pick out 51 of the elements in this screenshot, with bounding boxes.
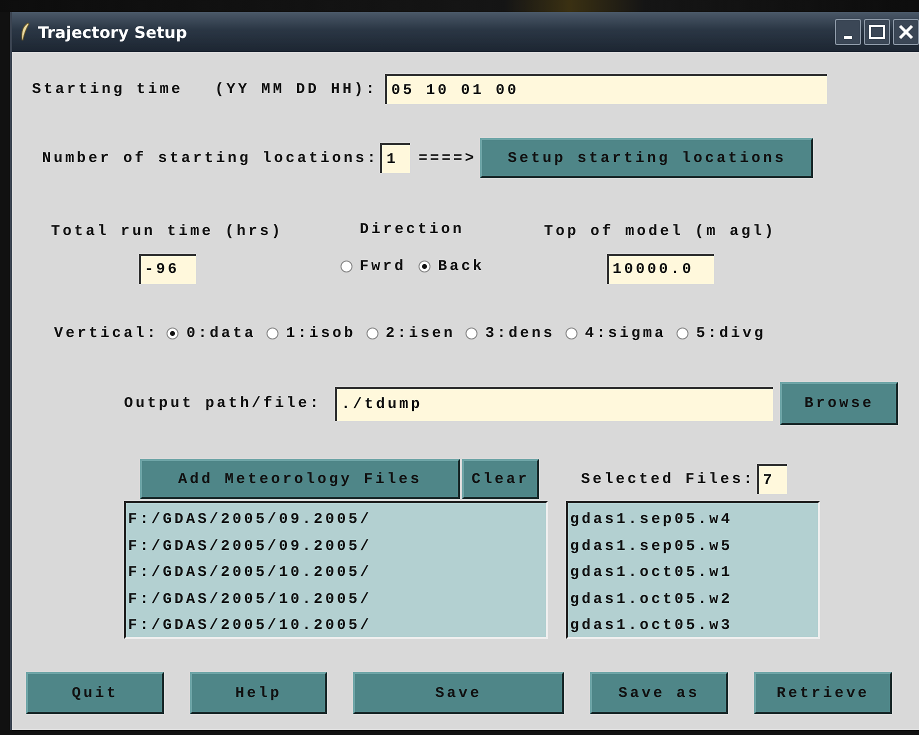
list-item[interactable]: gdas1.oct05.w3: [570, 613, 816, 640]
run-time-field[interactable]: -96: [138, 254, 196, 284]
field-label: Top of model (m agl): [544, 222, 776, 240]
list-item[interactable]: gdas1.oct05.w2: [570, 586, 816, 613]
action-button[interactable]: Retrieve: [754, 672, 892, 714]
radio-option[interactable]: 5:divg: [676, 324, 766, 342]
action-button[interactable]: Save: [353, 672, 564, 714]
action-button[interactable]: Quit: [26, 672, 164, 714]
arrow-text: ====>: [418, 150, 476, 166]
radio-option[interactable]: 3:dens: [465, 324, 555, 342]
close-icon: [898, 24, 914, 40]
list-item[interactable]: F:/GDAS/2005/09.2005/: [128, 507, 544, 534]
radio-option[interactable]: Fwrd: [340, 258, 406, 275]
radio-option[interactable]: Back: [418, 258, 484, 275]
starting-time-field[interactable]: 05 10 01 00: [385, 74, 828, 104]
field-label: Selected Files:: [581, 470, 756, 488]
field-label: Output path/file:: [124, 395, 322, 412]
setup-locations-button[interactable]: Setup starting locations: [480, 138, 814, 178]
field-label: Starting time: [32, 80, 183, 98]
maximize-button[interactable]: [864, 19, 890, 45]
list-item[interactable]: gdas1.oct05.w1: [570, 560, 816, 586]
clear-button[interactable]: Clear: [462, 459, 539, 499]
field-label: Vertical:: [54, 324, 158, 342]
add-files-button[interactable]: Add Meteorology Files: [140, 459, 460, 499]
action-button[interactable]: Save as: [590, 672, 728, 714]
minimize-button[interactable]: [835, 19, 861, 45]
format-hint: (YY MM DD HH):: [214, 80, 378, 98]
radio-option[interactable]: 1:isob: [266, 324, 356, 342]
minimize-icon: [844, 36, 852, 38]
list-item[interactable]: F:/GDAS/2005/10.2005/: [128, 586, 544, 613]
field-label: Number of starting locations:: [42, 150, 378, 166]
locations-count-field[interactable]: 1: [380, 143, 410, 173]
list-item[interactable]: F:/GDAS/2005/09.2005/: [128, 534, 544, 560]
feather-icon: [20, 22, 30, 42]
close-button[interactable]: [893, 19, 919, 45]
selected-count-field[interactable]: 7: [757, 464, 788, 494]
field-label: Total run time (hrs): [50, 222, 284, 240]
action-button[interactable]: Help: [190, 672, 327, 714]
list-item[interactable]: gdas1.sep05.w5: [570, 534, 816, 560]
list-item[interactable]: F:/GDAS/2005/10.2005/: [128, 613, 544, 640]
radio-option[interactable]: 2:isen: [366, 324, 456, 342]
list-item[interactable]: F:/GDAS/2005/10.2005/: [128, 560, 544, 586]
maximize-icon: [869, 25, 885, 39]
list-item[interactable]: gdas1.sep05.w4: [570, 507, 816, 534]
field-label: Direction: [360, 220, 464, 238]
radio-option[interactable]: 4:sigma: [564, 324, 666, 342]
output-path-field[interactable]: ./tdump: [335, 386, 774, 420]
top-of-model-field[interactable]: 10000.0: [606, 254, 714, 284]
radio-option[interactable]: 0:data: [166, 324, 256, 342]
window-title: Trajectory Setup: [38, 22, 188, 42]
browse-button[interactable]: Browse: [780, 382, 898, 425]
